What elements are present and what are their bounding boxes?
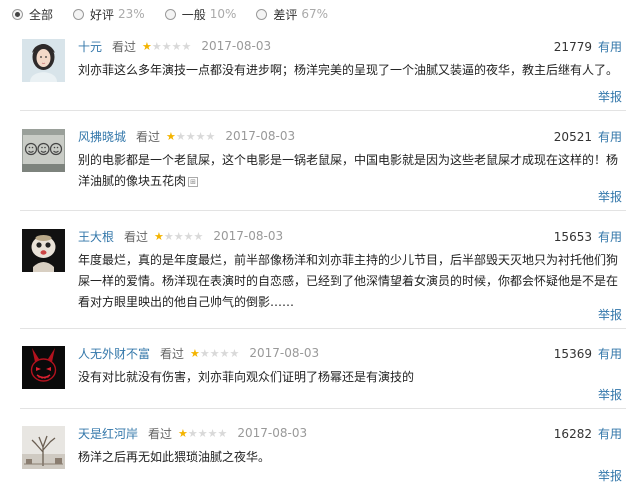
star-on-icon: ★: [178, 426, 188, 440]
report-button[interactable]: 举报: [598, 88, 622, 105]
review-item: 王大根 看过 ★★★★★ 2017-08-03 15653 有用 年度最烂，真的…: [20, 222, 626, 329]
star-off-icon: ★★★★: [151, 39, 192, 53]
expand-icon[interactable]: ⊞: [188, 176, 199, 187]
girl-portrait-avatar-icon[interactable]: [22, 39, 65, 82]
report-button[interactable]: 举报: [598, 188, 622, 205]
review-meta: 王大根 看过 ★★★★★ 2017-08-03: [78, 228, 283, 244]
review-meta: 人无外财不富 看过 ★★★★★ 2017-08-03: [78, 345, 319, 361]
review-meta: 十元 看过 ★★★★★ 2017-08-03: [78, 38, 271, 54]
rating-filter-bar: 全部 好评 23% 一般 10% 差评 67%: [12, 4, 348, 24]
review-text: 年度最烂，真的是年度最烂，前半部像杨洋和刘亦菲主持的少儿节目，后半部毁天灭地只为…: [78, 250, 620, 313]
review-item: 十元 看过 ★★★★★ 2017-08-03 21779 有用 刘亦菲这么多年演…: [20, 32, 626, 111]
review-item: 风拂晓城 看过 ★★★★★ 2017-08-03 20521 有用 别的电影都是…: [20, 122, 626, 211]
radio-icon[interactable]: [73, 8, 85, 20]
rating-stars: ★★★★★: [142, 40, 191, 53]
review-text: 没有对比就没有伤害，刘亦菲向观众们证明了杨幂还是有演技的: [78, 367, 620, 388]
red-bunny-mask-avatar-icon[interactable]: [22, 346, 65, 389]
filter-positive[interactable]: 好评 23%: [73, 6, 145, 23]
review-text-body: 没有对比就没有伤害，刘亦菲向观众们证明了杨幂还是有演技的: [78, 370, 415, 384]
useful-button[interactable]: 有用: [598, 38, 622, 55]
filter-label: 差评: [273, 7, 298, 22]
filter-percent: 23%: [118, 7, 145, 21]
star-on-icon: ★: [190, 346, 200, 360]
vote-number: 21779: [553, 39, 592, 54]
filter-neutral[interactable]: 一般 10%: [164, 6, 237, 23]
rated-label: 看过: [148, 426, 173, 441]
vote-count: 16282 有用: [554, 425, 622, 442]
report-button[interactable]: 举报: [598, 306, 622, 323]
vote-number: 16282: [553, 426, 592, 441]
winter-tree-avatar-icon[interactable]: [22, 426, 65, 469]
rated-label: 看过: [112, 39, 137, 54]
vote-number: 15369: [553, 346, 592, 361]
report-button[interactable]: 举报: [598, 467, 622, 484]
radio-icon[interactable]: [256, 8, 268, 20]
radio-selected-icon[interactable]: [12, 8, 23, 20]
username-link[interactable]: 王大根: [78, 228, 114, 245]
radio-icon[interactable]: [164, 8, 176, 20]
vote-number: 15653: [553, 229, 592, 244]
filter-percent: 67%: [301, 7, 329, 21]
useful-button[interactable]: 有用: [598, 128, 622, 145]
review-text-body: 别的电影都是一个老鼠屎，这个电影是一锅老鼠屎，中国电影就是因为这些老鼠屎才成现在…: [78, 153, 619, 188]
star-on-icon: ★: [166, 129, 176, 143]
rating-stars: ★★★★★: [178, 427, 227, 440]
rated-label: 看过: [160, 346, 185, 361]
review-date: 2017-08-03: [237, 426, 308, 440]
star-off-icon: ★★★★: [187, 426, 228, 440]
review-item: 人无外财不富 看过 ★★★★★ 2017-08-03 15369 有用 没有对比…: [20, 339, 626, 409]
review-meta: 天是红河岸 看过 ★★★★★ 2017-08-03: [78, 425, 307, 441]
review-meta: 风拂晓城 看过 ★★★★★ 2017-08-03: [78, 128, 295, 144]
username-link[interactable]: 风拂晓城: [78, 128, 126, 145]
username-link[interactable]: 人无外财不富: [78, 345, 150, 362]
review-date: 2017-08-03: [225, 129, 296, 143]
vote-number: 20521: [553, 129, 592, 144]
review-item: 天是红河岸 看过 ★★★★★ 2017-08-03 16282 有用 杨洋之后再…: [20, 419, 626, 489]
filter-label: 好评: [90, 7, 115, 22]
rating-stars: ★★★★★: [154, 230, 203, 243]
smiley-faces-avatar-icon[interactable]: [22, 129, 65, 172]
rating-stars: ★★★★★: [190, 347, 239, 360]
filter-label: 全部: [29, 7, 54, 22]
vote-count: 21779 有用: [554, 38, 622, 55]
review-date: 2017-08-03: [201, 39, 272, 53]
star-off-icon: ★★★★: [175, 129, 216, 143]
useful-button[interactable]: 有用: [598, 228, 622, 245]
review-text-body: 年度最烂，真的是年度最烂，前半部像杨洋和刘亦菲主持的少儿节目，后半部毁天灭地只为…: [78, 253, 619, 309]
star-on-icon: ★: [154, 229, 164, 243]
useful-button[interactable]: 有用: [598, 345, 622, 362]
filter-percent: 10%: [209, 7, 237, 21]
rating-stars: ★★★★★: [166, 130, 215, 143]
vote-count: 15369 有用: [554, 345, 622, 362]
rated-label: 看过: [124, 229, 149, 244]
vote-count: 15653 有用: [554, 228, 622, 245]
username-link[interactable]: 十元: [78, 38, 102, 55]
review-date: 2017-08-03: [249, 346, 320, 360]
vote-count: 20521 有用: [554, 128, 622, 145]
useful-button[interactable]: 有用: [598, 425, 622, 442]
filter-negative[interactable]: 差评 67%: [256, 6, 328, 23]
filter-label: 一般: [181, 7, 206, 22]
rated-label: 看过: [136, 129, 161, 144]
review-text: 杨洋之后再无如此猥琐油腻之夜华。: [78, 447, 620, 468]
report-button[interactable]: 举报: [598, 386, 622, 403]
star-off-icon: ★★★★: [199, 346, 240, 360]
review-text-body: 刘亦菲这么多年演技一点都没有进步啊；杨洋完美的呈现了一个油腻又装逼的夜华，教主后…: [78, 63, 619, 77]
doll-avatar-icon[interactable]: [22, 229, 65, 272]
star-on-icon: ★: [142, 39, 152, 53]
review-date: 2017-08-03: [213, 229, 284, 243]
filter-all[interactable]: 全部: [12, 6, 53, 23]
review-text: 别的电影都是一个老鼠屎，这个电影是一锅老鼠屎，中国电影就是因为这些老鼠屎才成现在…: [78, 150, 620, 192]
review-text: 刘亦菲这么多年演技一点都没有进步啊；杨洋完美的呈现了一个油腻又装逼的夜华，教主后…: [78, 60, 620, 81]
review-text-body: 杨洋之后再无如此猥琐油腻之夜华。: [78, 450, 271, 464]
username-link[interactable]: 天是红河岸: [78, 425, 138, 442]
star-off-icon: ★★★★: [163, 229, 204, 243]
